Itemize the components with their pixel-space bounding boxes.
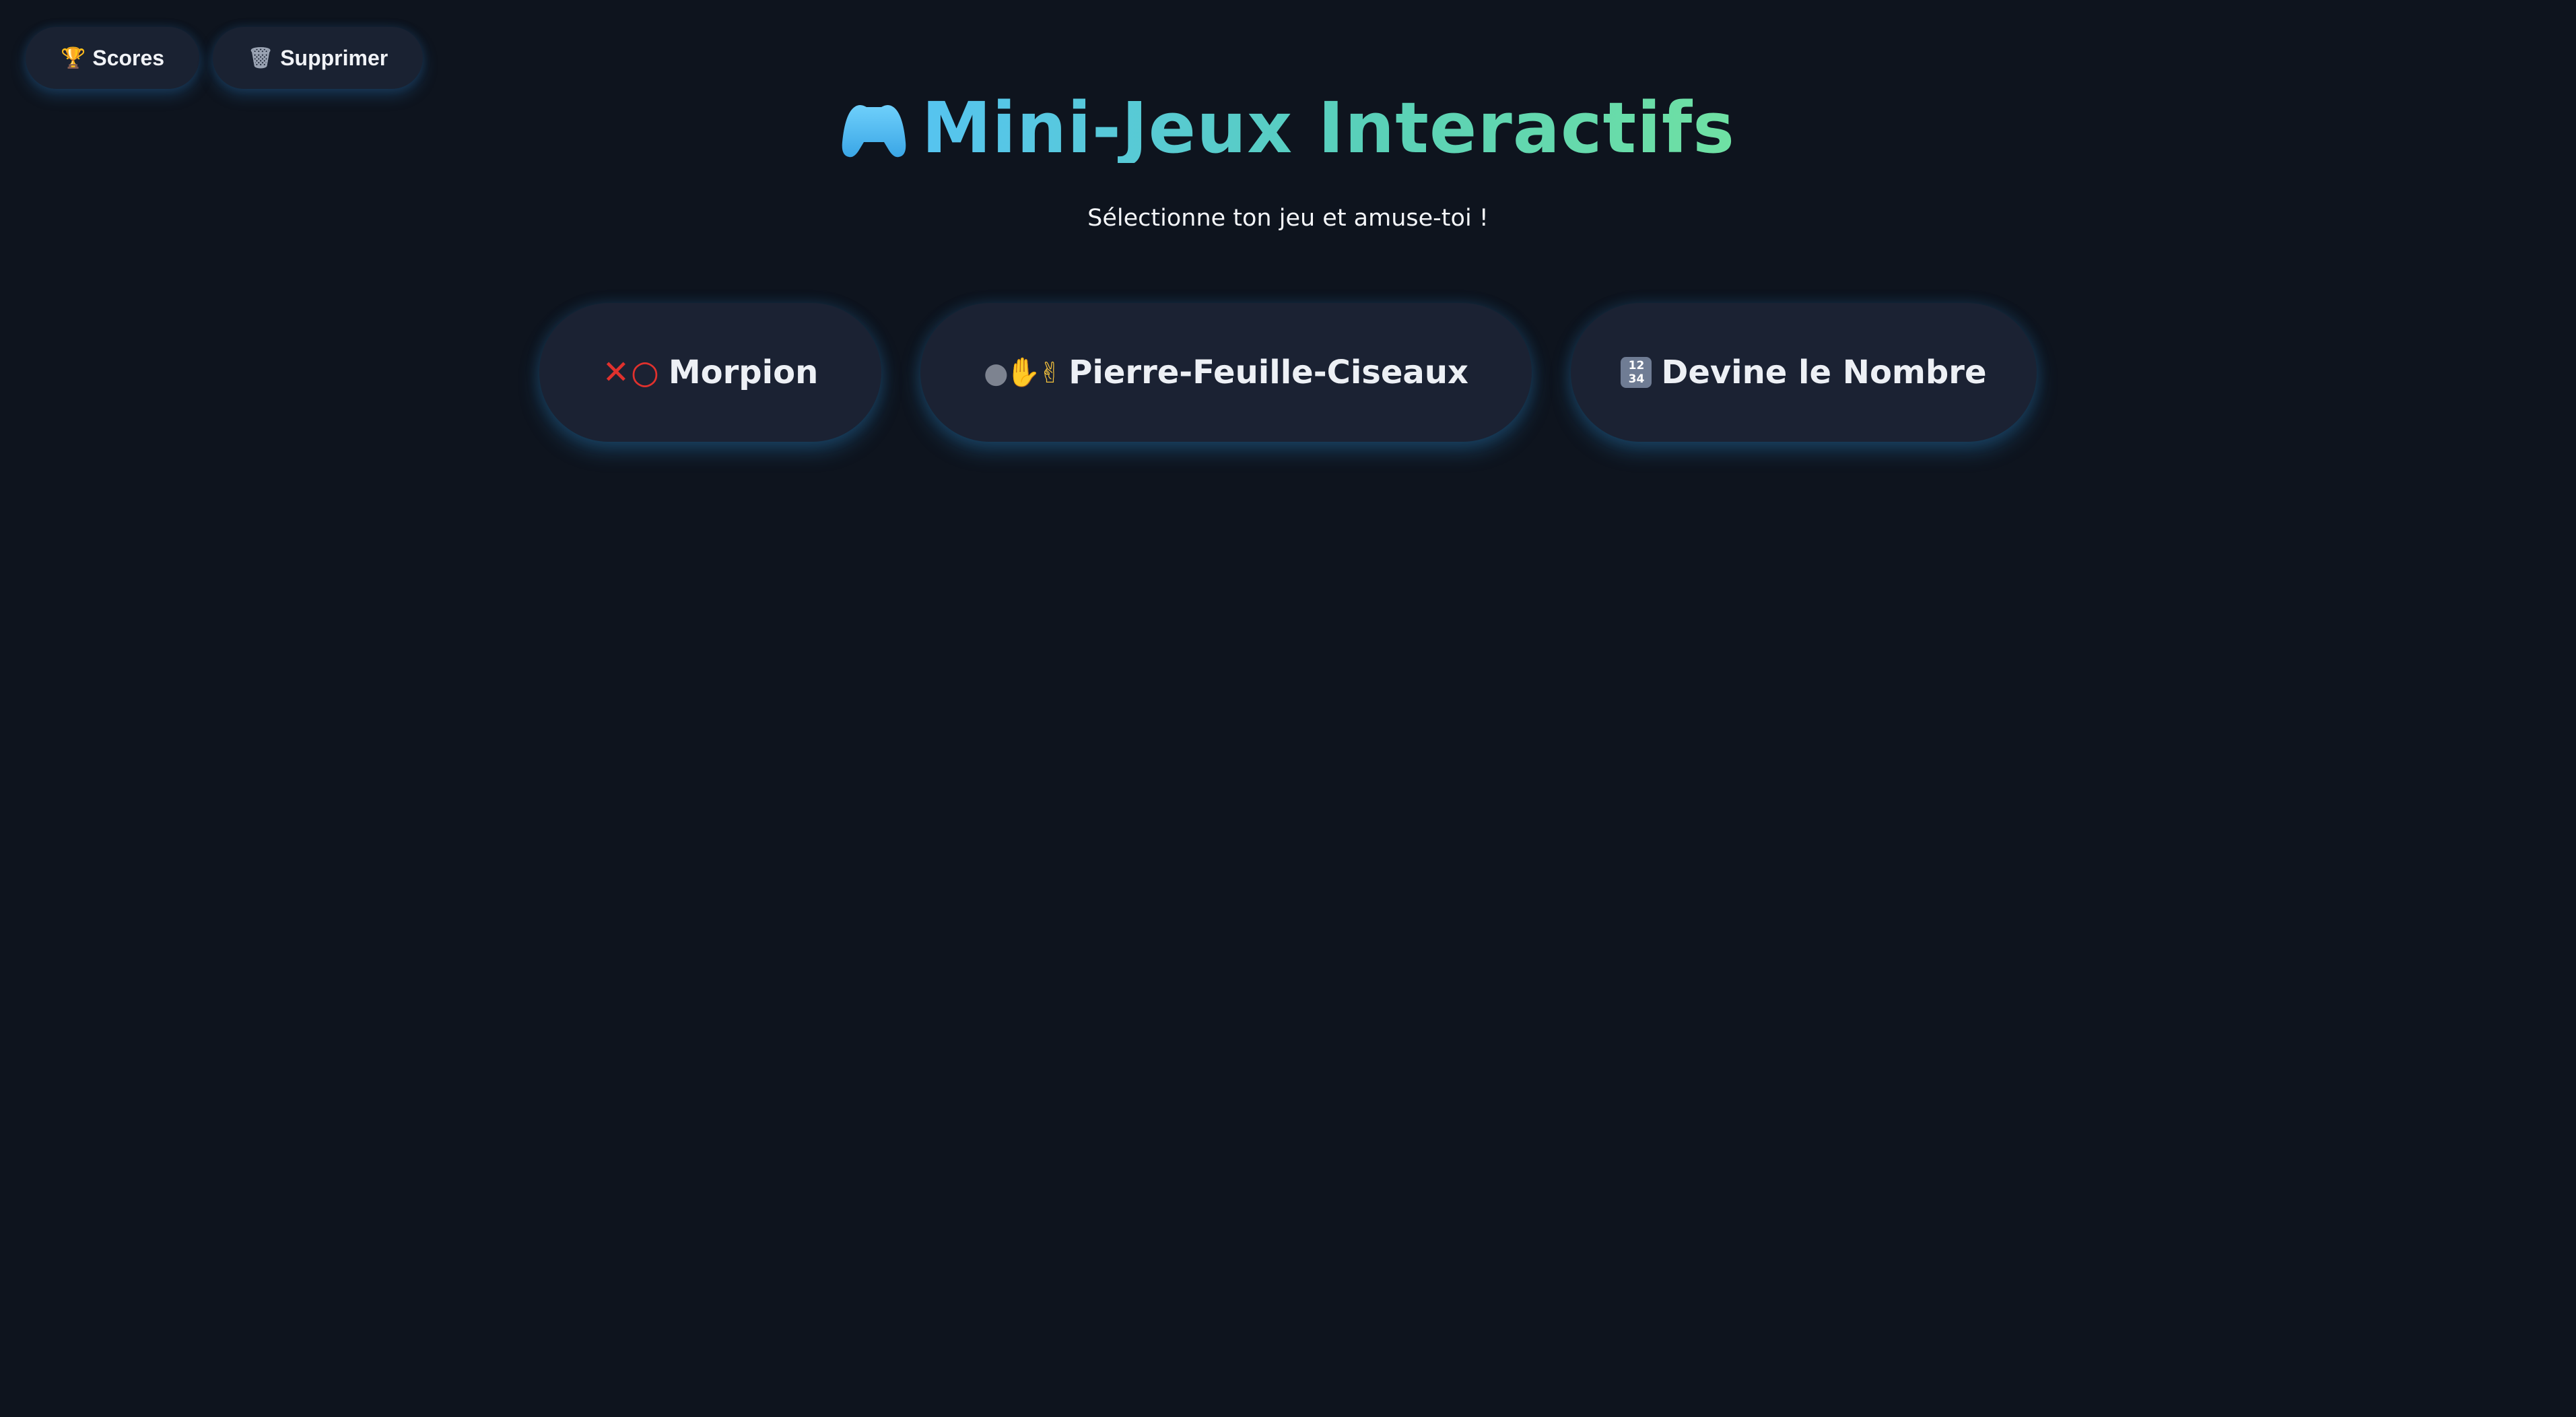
numbers-icon: 12 34 bbox=[1621, 357, 1652, 388]
scores-button[interactable]: 🏆 Scores bbox=[26, 27, 200, 89]
game-button-devine-le-nombre[interactable]: 12 34 Devine le Nombre bbox=[1571, 303, 2037, 442]
game-button-morpion[interactable]: ✕ ○ Morpion bbox=[539, 303, 881, 442]
game-label: Morpion bbox=[668, 354, 819, 391]
trophy-icon: 🏆 bbox=[61, 46, 86, 69]
rock-paper-scissors-icon: ● ✋ ✌ bbox=[984, 356, 1062, 389]
game-label: Pierre-Feuille-Ciseaux bbox=[1069, 354, 1468, 391]
top-toolbar: 🏆 Scores 🗑 Supprimer bbox=[26, 27, 423, 89]
game-button-pierre-feuille-ciseaux[interactable]: ● ✋ ✌ Pierre-Feuille-Ciseaux bbox=[920, 303, 1532, 442]
game-selection: ✕ ○ Morpion ● ✋ ✌ Pierre-Feuille-Ciseaux 12… bbox=[0, 303, 2576, 442]
page-title: Mini-Jeux Interactifs bbox=[921, 87, 1736, 169]
delete-button[interactable]: 🗑 Supprimer bbox=[213, 27, 423, 89]
scores-label: Scores bbox=[92, 45, 165, 70]
delete-label: Supprimer bbox=[280, 45, 388, 70]
trash-icon: 🗑 bbox=[248, 46, 274, 69]
game-label: Devine le Nombre bbox=[1661, 354, 1987, 391]
x-o-icon: ✕ ○ bbox=[602, 354, 659, 391]
page-subtitle: Sélectionne ton jeu et amuse-toi ! bbox=[1087, 205, 1489, 232]
gamepad-icon bbox=[842, 105, 906, 158]
page-header: Mini-Jeux Interactifs bbox=[0, 93, 2576, 163]
